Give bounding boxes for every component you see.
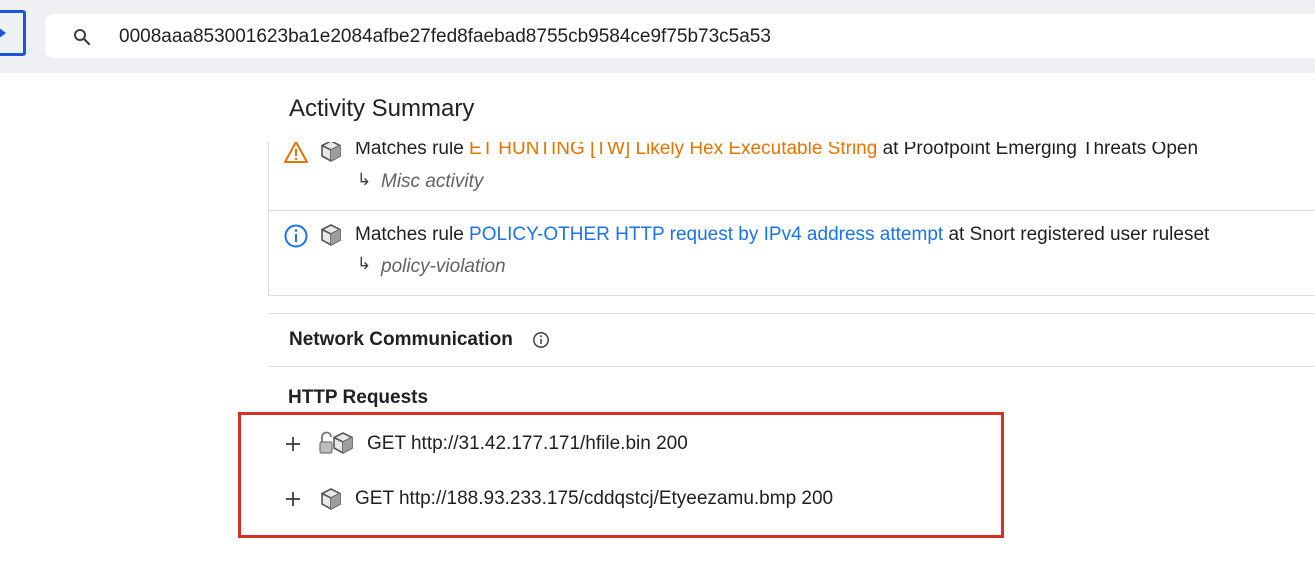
search-bar[interactable] bbox=[45, 14, 1315, 58]
return-arrow-icon: ↳ bbox=[357, 170, 372, 189]
expand-plus-icon[interactable] bbox=[285, 436, 301, 452]
info-icon bbox=[284, 224, 308, 248]
rule-source: at Proofpoint Emerging Threats Open bbox=[877, 142, 1199, 159]
search-input[interactable] bbox=[117, 23, 1271, 51]
info-icon[interactable] bbox=[532, 331, 550, 349]
rule-prefix: Matches rule bbox=[355, 142, 470, 159]
network-communication-title: Network Communication bbox=[289, 329, 513, 350]
rule-category: policy-violation bbox=[381, 256, 506, 277]
arrow-right-icon bbox=[0, 27, 6, 39]
rule-matches-panel: Matches rule ET HUNTING [TW] Likely Hex … bbox=[268, 142, 1315, 296]
rule-match-item: Matches rule POLICY-OTHER HTTP request b… bbox=[269, 210, 1315, 294]
expand-plus-icon[interactable] bbox=[285, 491, 301, 507]
cube-icon bbox=[321, 488, 341, 510]
divider bbox=[268, 366, 1315, 367]
http-request-item[interactable]: GET http://31.42.177.171/hfile.bin 200 bbox=[367, 433, 688, 455]
search-icon[interactable] bbox=[73, 28, 91, 46]
cube-icon bbox=[321, 142, 341, 162]
http-requests-title: HTTP Requests bbox=[288, 387, 429, 408]
rule-match-item: Matches rule ET HUNTING [TW] Likely Hex … bbox=[269, 142, 1315, 211]
return-arrow-icon: ↳ bbox=[357, 254, 372, 273]
cube-icon bbox=[321, 224, 341, 246]
sidebar-toggle-button[interactable] bbox=[0, 10, 26, 56]
rule-description: Matches rule ET HUNTING [TW] Likely Hex … bbox=[355, 142, 1198, 160]
rule-link[interactable]: POLICY-OTHER HTTP request by IPv4 addres… bbox=[469, 224, 943, 245]
warning-icon bbox=[284, 142, 308, 163]
cube-icon bbox=[333, 432, 353, 454]
divider bbox=[268, 313, 1315, 314]
rule-category: Misc activity bbox=[381, 171, 484, 192]
rule-source: at Snort registered user ruleset bbox=[943, 224, 1210, 245]
rule-link[interactable]: ET HUNTING [TW] Likely Hex Executable St… bbox=[469, 142, 877, 159]
page-title: Activity Summary bbox=[289, 95, 475, 122]
rule-description: Matches rule POLICY-OTHER HTTP request b… bbox=[355, 224, 1209, 246]
top-bar bbox=[0, 0, 1315, 73]
http-request-item[interactable]: GET http://188.93.233.175/cddqstcj/Etyee… bbox=[355, 488, 833, 510]
rule-prefix: Matches rule bbox=[355, 224, 470, 245]
